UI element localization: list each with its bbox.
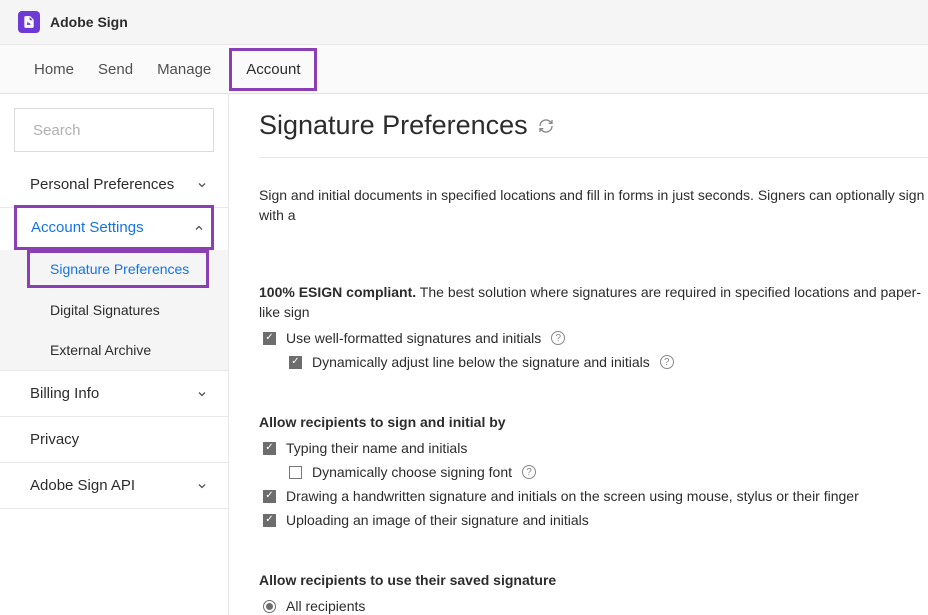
- sidebar-privacy[interactable]: Privacy: [0, 417, 228, 462]
- sidebar-item-label: Billing Info: [30, 385, 99, 402]
- compliant-bold: 100% ESIGN compliant.: [259, 284, 416, 300]
- checkbox-upload[interactable]: [263, 514, 276, 527]
- top-bar: Adobe Sign: [0, 0, 928, 45]
- page-title: Signature Preferences: [259, 110, 528, 141]
- option-label: Dynamically adjust line below the signat…: [312, 354, 650, 370]
- side-section-personal: Personal Preferences: [0, 162, 228, 208]
- app-title: Adobe Sign: [50, 14, 128, 30]
- checkbox-drawing[interactable]: [263, 490, 276, 503]
- sidebar-signature-preferences[interactable]: Signature Preferences: [30, 253, 206, 285]
- checkbox-well-formatted[interactable]: [263, 332, 276, 345]
- sidebar-item-label: Adobe Sign API: [30, 477, 135, 494]
- side-section-api: Adobe Sign API: [0, 463, 228, 509]
- help-icon[interactable]: ?: [660, 355, 674, 369]
- option-label: Dynamically choose signing font: [312, 464, 512, 480]
- search-box[interactable]: [14, 108, 214, 152]
- app-logo-icon: [18, 11, 40, 33]
- option-well-formatted: Use well-formatted signatures and initia…: [263, 330, 928, 346]
- sidebar-item-label: Personal Preferences: [30, 176, 174, 193]
- chevron-down-icon: [196, 179, 208, 191]
- help-icon[interactable]: ?: [522, 465, 536, 479]
- radio-all-recipients: All recipients: [263, 598, 928, 614]
- search-input[interactable]: [33, 122, 232, 139]
- option-label: Drawing a handwritten signature and init…: [286, 488, 859, 504]
- checkbox-dynamic-font[interactable]: [289, 466, 302, 479]
- radio-all[interactable]: [263, 600, 276, 613]
- sidebar-external-archive[interactable]: External Archive: [0, 330, 228, 370]
- option-label: All recipients: [286, 598, 365, 614]
- content-area: Personal Preferences Account Settings Si…: [0, 94, 928, 615]
- page-title-row: Signature Preferences: [259, 110, 928, 158]
- refresh-icon[interactable]: [538, 118, 554, 134]
- sidebar-personal-preferences[interactable]: Personal Preferences: [0, 162, 228, 207]
- chevron-down-icon: [196, 480, 208, 492]
- main-panel: Signature Preferences Sign and initial d…: [229, 94, 928, 615]
- nav-send[interactable]: Send: [86, 55, 145, 84]
- subhead-allow-saved: Allow recipients to use their saved sign…: [259, 572, 928, 588]
- option-label: Typing their name and initials: [286, 440, 467, 456]
- option-label: Uploading an image of their signature an…: [286, 512, 589, 528]
- nav-manage[interactable]: Manage: [145, 55, 223, 84]
- nav-bar: Home Send Manage Account: [0, 45, 928, 94]
- checkbox-typing[interactable]: [263, 442, 276, 455]
- option-dynamic-line: Dynamically adjust line below the signat…: [289, 354, 928, 370]
- side-section-billing: Billing Info: [0, 370, 228, 417]
- option-drawing: Drawing a handwritten signature and init…: [263, 488, 928, 504]
- sidebar-account-settings[interactable]: Account Settings: [17, 208, 211, 247]
- nav-account[interactable]: Account: [246, 61, 300, 78]
- sidebar-billing-info[interactable]: Billing Info: [0, 371, 228, 416]
- nav-home[interactable]: Home: [22, 55, 86, 84]
- sidebar-item-label: Privacy: [30, 431, 79, 448]
- sidebar-subsection: Signature Preferences Digital Signatures…: [0, 250, 228, 370]
- option-dynamic-font: Dynamically choose signing font ?: [289, 464, 928, 480]
- help-icon[interactable]: ?: [551, 331, 565, 345]
- side-section-privacy: Privacy: [0, 417, 228, 463]
- sidebar-adobe-sign-api[interactable]: Adobe Sign API: [0, 463, 228, 508]
- chevron-up-icon: [193, 222, 205, 234]
- sidebar: Personal Preferences Account Settings Si…: [0, 94, 229, 615]
- nav-account-highlight: Account: [229, 48, 317, 91]
- option-label: Use well-formatted signatures and initia…: [286, 330, 541, 346]
- checkbox-dynamic-line[interactable]: [289, 356, 302, 369]
- compliant-text: 100% ESIGN compliant. The best solution …: [259, 283, 928, 322]
- intro-text: Sign and initial documents in specified …: [259, 186, 928, 225]
- sidebar-item-label: Account Settings: [31, 219, 144, 236]
- sidebar-signature-pref-highlight: Signature Preferences: [27, 250, 209, 288]
- option-upload: Uploading an image of their signature an…: [263, 512, 928, 528]
- chevron-down-icon: [196, 388, 208, 400]
- option-typing: Typing their name and initials: [263, 440, 928, 456]
- sidebar-digital-signatures[interactable]: Digital Signatures: [0, 290, 228, 330]
- sidebar-account-settings-highlight: Account Settings: [14, 205, 214, 250]
- subhead-allow-sign: Allow recipients to sign and initial by: [259, 414, 928, 430]
